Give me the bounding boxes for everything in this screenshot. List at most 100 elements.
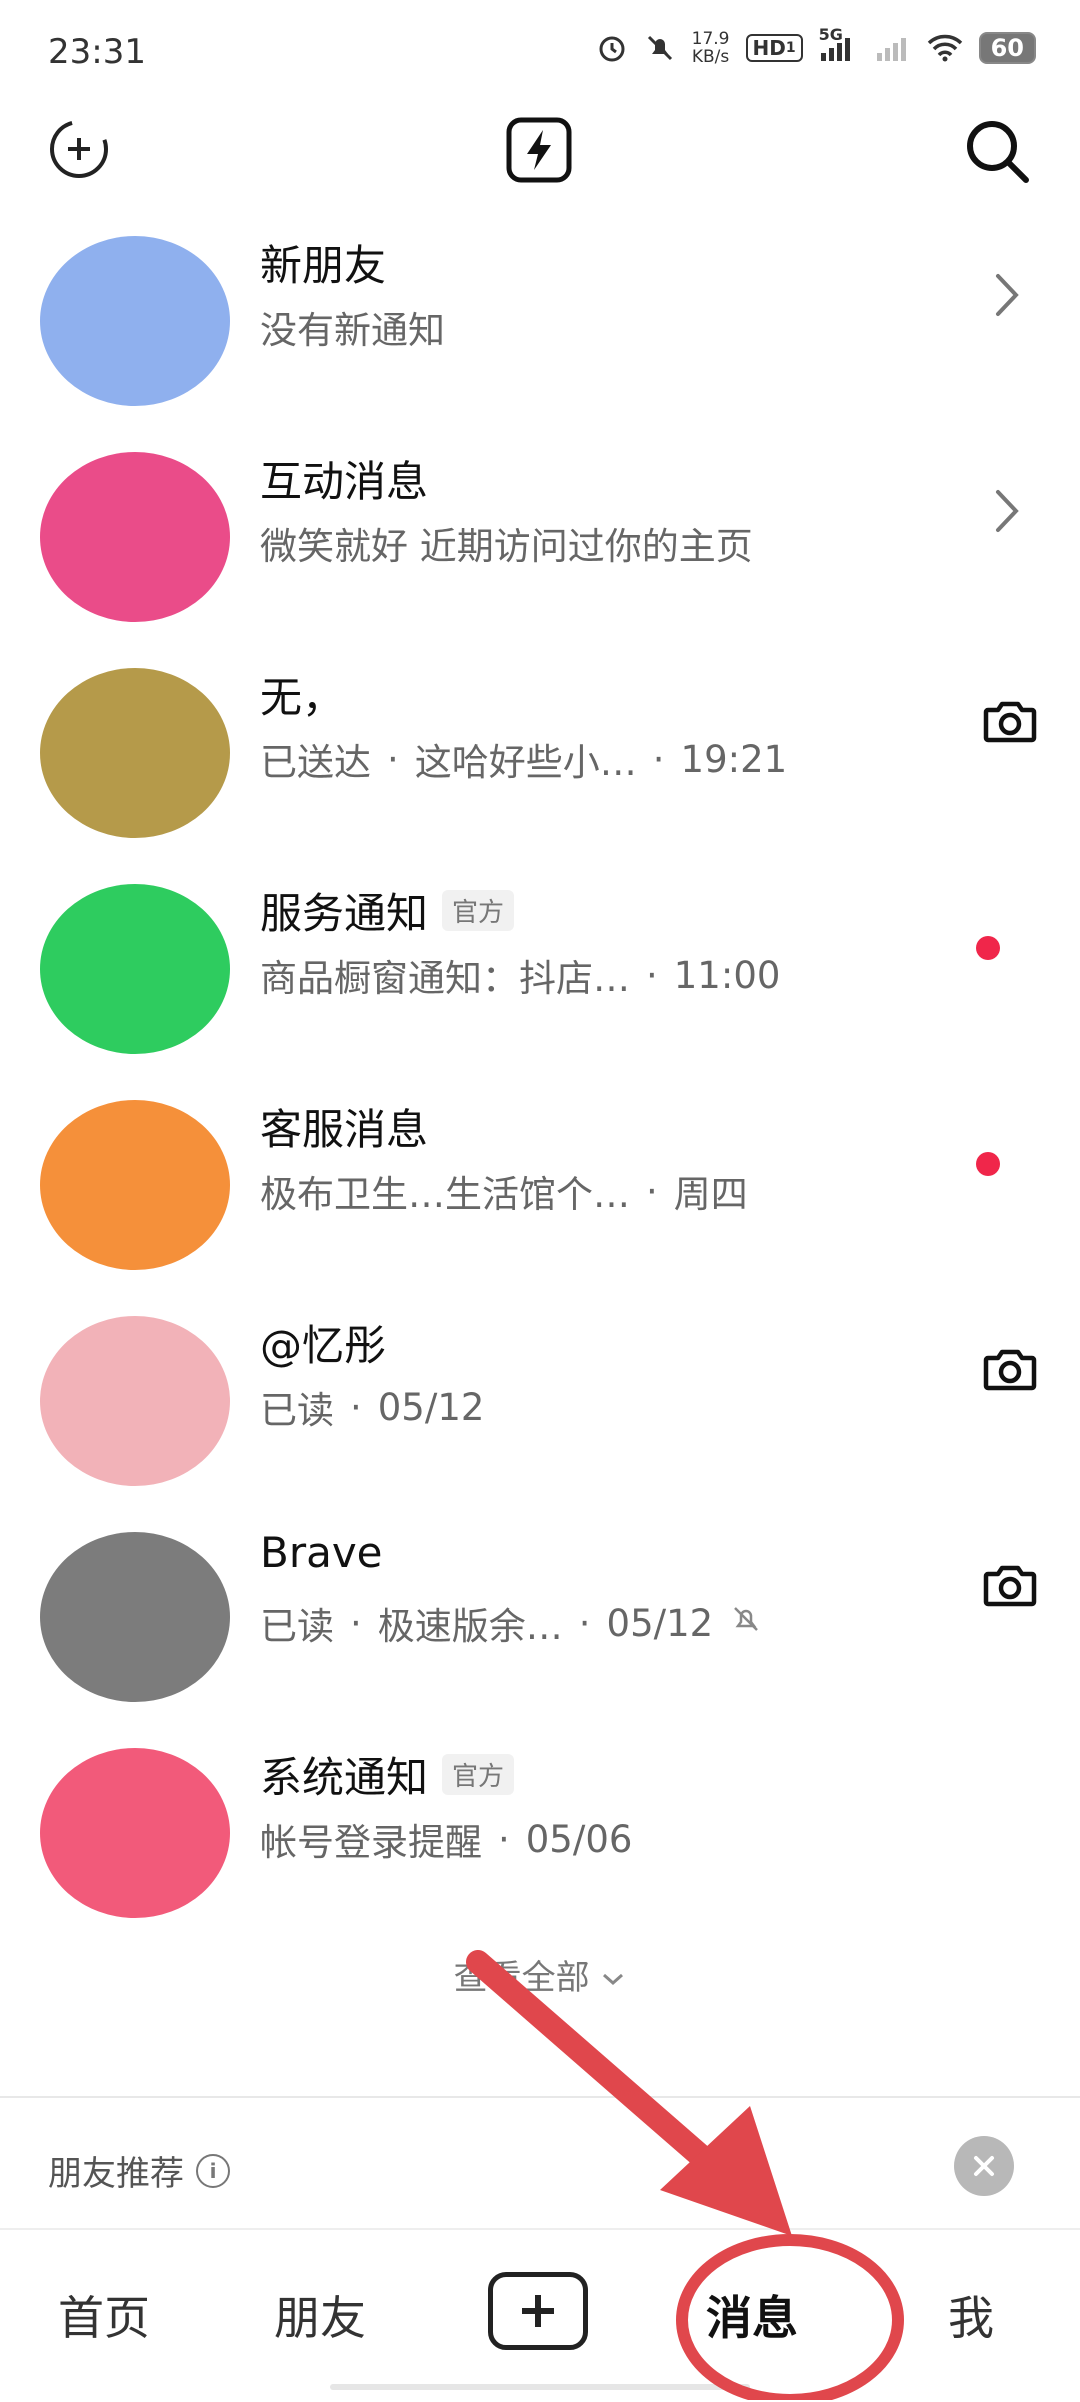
separator-dot: · [350,1385,362,1429]
close-button[interactable] [954,2136,1014,2196]
camera-icon[interactable] [980,1556,1040,1616]
message-title-text: 互动消息 [260,457,429,506]
message-preview: 极布卫生…生活馆个… · 周四 [260,1164,748,1218]
message-title-text: @忆彤 [260,1321,387,1370]
battery-indicator: 60 [978,32,1036,64]
bottom-nav: 首页 朋友 消息 我 [0,2228,1080,2402]
muted-bell-icon [729,1602,763,1645]
message-row[interactable]: @忆彤已读 · 05/12 [0,1280,1080,1496]
message-preview: 微笑就好 近期访问过你的主页 [260,516,753,570]
message-row[interactable]: 服务通知 官方商品橱窗通知：抖店… · 11:00 [0,848,1080,1064]
message-title: 新朋友 [260,232,386,293]
friends-recommend-label-wrap: 朋友推荐 i [48,2146,230,2195]
message-title: 无， [260,664,344,725]
home-indicator[interactable] [330,2384,750,2390]
separator-dot: · [387,737,399,781]
separator-dot: · [350,1601,362,1645]
message-title: 系统通知 官方 [260,1744,515,1805]
add-circle-icon[interactable] [48,118,110,180]
nav-home[interactable]: 首页 [58,2282,150,2348]
message-title: 互动消息 [260,448,428,509]
separator-dot: · [652,737,665,781]
divider [0,2096,1080,2098]
message-preview-part: 05/06 [525,1817,633,1861]
message-preview-part: 11:00 [673,953,781,997]
message-preview-part: 帐号登录提醒 [260,1821,482,1864]
message-preview-part: 已读 [260,1605,334,1648]
message-preview-part: 05/12 [377,1385,485,1429]
signal-icon: 5G [819,25,859,63]
camera-icon[interactable] [980,692,1040,752]
net-speed-value: 17.9 [691,29,730,49]
separator-dot: · [646,1169,658,1213]
network-label: 5G [818,25,843,44]
separator-dot: · [646,953,658,997]
avatar[interactable] [40,452,230,622]
message-preview-part: 这哈好些小… [414,741,637,784]
friends-recommend-bar: 朋友推荐 i [0,2100,1080,2228]
info-icon[interactable]: i [196,2153,230,2188]
message-preview-part: 05/12 [606,1601,714,1645]
message-row[interactable]: 客服消息极布卫生…生活馆个… · 周四 [0,1064,1080,1280]
message-preview: 已读 · 极速版余… · 05/12 [260,1596,763,1650]
chevron-right-icon [990,268,1024,322]
message-row[interactable]: 系统通知 官方帐号登录提醒 · 05/06 [0,1712,1080,1928]
message-preview: 帐号登录提醒 · 05/06 [260,1812,632,1866]
nav-friends[interactable]: 朋友 [274,2282,366,2348]
message-title-text: 无， [260,673,345,722]
message-title: 客服消息 [260,1096,428,1157]
message-preview: 商品橱窗通知：抖店… · 11:00 [260,948,780,1002]
friends-recommend-label: 朋友推荐 [48,2154,184,2194]
avatar[interactable] [40,1748,230,1918]
message-preview-part: 周四 [673,1173,748,1216]
message-row[interactable]: 新朋友 没有新通知 [0,200,1080,416]
hd-sub: 1 [785,40,796,56]
avatar[interactable] [40,1316,230,1486]
message-preview-part: 已读 [260,1389,334,1432]
avatar[interactable] [40,1100,230,1270]
chevron-right-icon [990,484,1024,538]
message-title: @忆彤 [260,1312,386,1373]
avatar[interactable] [40,236,230,406]
status-icons: 17.9 KB/s HD 1 5G 60 [596,25,1036,67]
message-title: Brave [260,1528,383,1577]
wifi-icon [927,33,963,63]
message-preview-part: 19:21 [680,737,788,781]
nav-messages[interactable]: 消息 [706,2282,798,2348]
message-preview-part: 商品橱窗通知：抖店… [260,957,630,1000]
camera-icon[interactable] [980,1340,1040,1400]
search-icon[interactable] [962,116,1032,186]
message-title-text: 系统通知 [260,1753,429,1802]
plus-icon [522,2295,554,2327]
net-speed-unit: KB/s [691,47,730,67]
message-preview-part: 极布卫生…生活馆个… [260,1173,630,1216]
hd-badge: HD 1 [745,34,803,62]
message-title-text: 客服消息 [260,1105,429,1154]
message-preview-part: 已送达 [260,741,371,784]
view-all-label: 查看全部 [453,1958,590,1998]
signal-2-icon [875,33,911,63]
message-title: 服务通知 官方 [260,880,515,941]
message-row[interactable]: 无， 已送达 · 这哈好些小… · 19:21 [0,632,1080,848]
message-preview-part: 极速版余… [377,1605,563,1648]
unread-dot [976,936,1000,960]
nav-me[interactable]: 我 [948,2282,994,2348]
chevron-down-icon [600,1958,626,1998]
message-preview-text: 没有新通知 [260,309,445,352]
message-title-text: 服务通知 [260,889,429,938]
avatar[interactable] [40,1532,230,1702]
message-preview-text: 微笑就好 近期访问过你的主页 [260,525,753,568]
hd-label: HD [752,36,786,60]
create-button[interactable] [488,2272,588,2350]
message-preview: 没有新通知 [260,300,445,354]
message-row[interactable]: 互动消息微笑就好 近期访问过你的主页 [0,416,1080,632]
avatar[interactable] [40,668,230,838]
lightning-icon[interactable] [505,116,573,184]
message-row[interactable]: Brave 已读 · 极速版余… · 05/12 [0,1496,1080,1712]
message-title-text: 新朋友 [260,241,387,290]
top-bar [0,100,1080,200]
close-icon [974,2156,994,2176]
status-bar: 23:31 17.9 KB/s HD 1 5G 60 [0,0,1080,100]
view-all-button[interactable]: 查看全部 [0,1950,1080,1999]
avatar[interactable] [40,884,230,1054]
